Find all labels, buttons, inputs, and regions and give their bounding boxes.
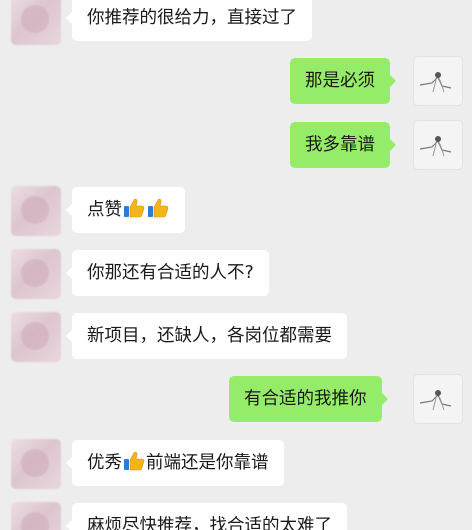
received-message-bubble[interactable]: 你推荐的很给力，直接过了 [66, 0, 312, 41]
contact-avatar[interactable] [11, 502, 61, 530]
contact-avatar[interactable] [11, 186, 61, 236]
sketch-figure-icon [419, 390, 452, 411]
message-text: 你那还有合适的人不? [87, 263, 254, 283]
sent-message-bubble[interactable]: 那是必须 [290, 58, 396, 104]
message-text: 新项目，还缺人，各岗位都需要 [87, 326, 332, 346]
contact-avatar[interactable] [11, 0, 61, 45]
message-text: 我多靠谱 [305, 135, 375, 155]
contact-avatar[interactable] [11, 312, 61, 362]
received-message-bubble[interactable]: 新项目，还缺人，各岗位都需要 [66, 313, 347, 359]
message-text: 有合适的我推你 [244, 389, 367, 409]
contact-avatar[interactable] [11, 439, 61, 489]
message-text: 优秀 [87, 453, 122, 473]
user-avatar[interactable] [413, 56, 463, 106]
message-text: 那是必须 [305, 71, 375, 91]
contact-avatar[interactable] [11, 249, 61, 299]
message-text: 点赞 [87, 200, 122, 220]
sent-message-bubble[interactable]: 我多靠谱 [290, 122, 396, 168]
message-text: 麻烦尽快推荐，找合适的太难了 [87, 516, 332, 530]
sent-message-bubble[interactable]: 有合适的我推你 [229, 376, 387, 422]
thumbs-up-icon [124, 451, 145, 471]
sketch-figure-icon [419, 72, 452, 93]
chat-message-list[interactable]: 你推荐的很给力，直接过了 那是必须 我多靠谱 点赞 你那还有合适的人不? 新项目… [0, 0, 472, 530]
sketch-figure-icon [419, 136, 452, 157]
received-message-bubble[interactable]: 优秀 前端还是你靠谱 [66, 440, 284, 486]
received-message-bubble[interactable]: 麻烦尽快推荐，找合适的太难了 [66, 503, 347, 530]
received-message-bubble[interactable]: 点赞 [66, 187, 185, 233]
thumbs-up-icon [124, 198, 145, 218]
thumbs-up-icon [148, 198, 169, 218]
user-avatar[interactable] [413, 374, 463, 424]
message-text: 你推荐的很给力，直接过了 [87, 8, 297, 28]
user-avatar[interactable] [413, 120, 463, 170]
message-text: 前端还是你靠谱 [146, 453, 269, 473]
received-message-bubble[interactable]: 你那还有合适的人不? [66, 250, 269, 296]
